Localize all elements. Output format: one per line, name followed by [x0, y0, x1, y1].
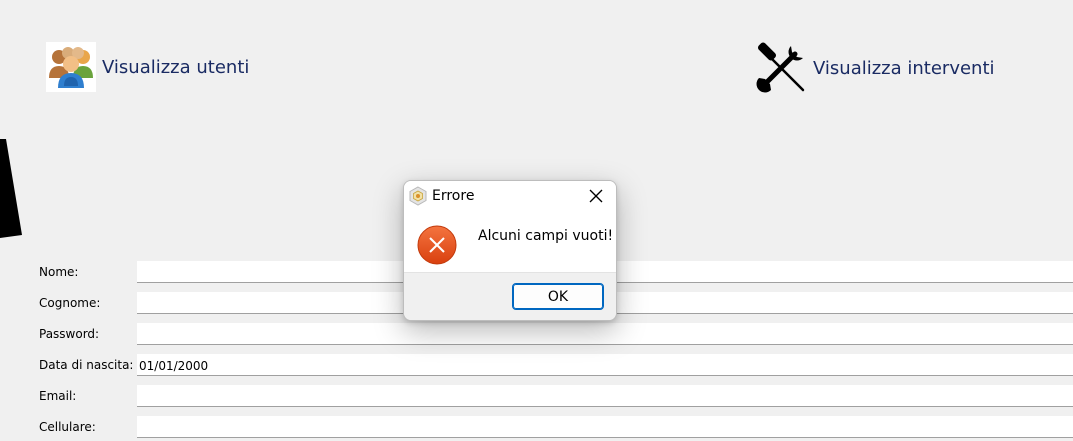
ok-button[interactable]: OK	[512, 283, 604, 310]
dialog-title: Errore	[432, 188, 475, 204]
dialog-message: Alcuni campi vuoti!	[478, 228, 614, 244]
email-field[interactable]	[137, 385, 1073, 407]
view-users-button[interactable]: Visualizza utenti	[46, 42, 249, 92]
close-icon[interactable]	[576, 181, 616, 211]
form-row-password: Password:	[0, 323, 1073, 348]
users-group-icon	[46, 42, 96, 92]
dialog-content-area: Errore Alcuni campi vuoti!	[404, 181, 616, 272]
error-dialog: Errore Alcuni campi vuoti! OK	[403, 180, 617, 321]
partial-logo-shape	[0, 139, 22, 238]
password-field[interactable]	[137, 323, 1073, 345]
view-interventions-label: Visualizza interventi	[813, 57, 995, 79]
dialog-button-bar: OK	[404, 272, 616, 320]
password-label: Password:	[39, 327, 100, 341]
birthdate-label: Data di nascita:	[39, 358, 134, 372]
error-icon	[417, 225, 457, 265]
cognome-label: Cognome:	[39, 296, 101, 310]
birthdate-field[interactable]	[137, 354, 1073, 376]
view-interventions-button[interactable]: Visualizza interventi	[755, 42, 995, 94]
wrench-screwdriver-icon	[755, 42, 807, 94]
view-users-label: Visualizza utenti	[102, 56, 250, 78]
form-row-email: Email:	[0, 385, 1073, 410]
cellulare-field[interactable]	[137, 416, 1073, 438]
cellulare-label: Cellulare:	[39, 420, 96, 434]
form-row-data-nascita: Data di nascita:	[0, 354, 1073, 379]
nome-label: Nome:	[39, 265, 79, 279]
java-app-icon	[408, 186, 428, 206]
email-label: Email:	[39, 389, 77, 403]
